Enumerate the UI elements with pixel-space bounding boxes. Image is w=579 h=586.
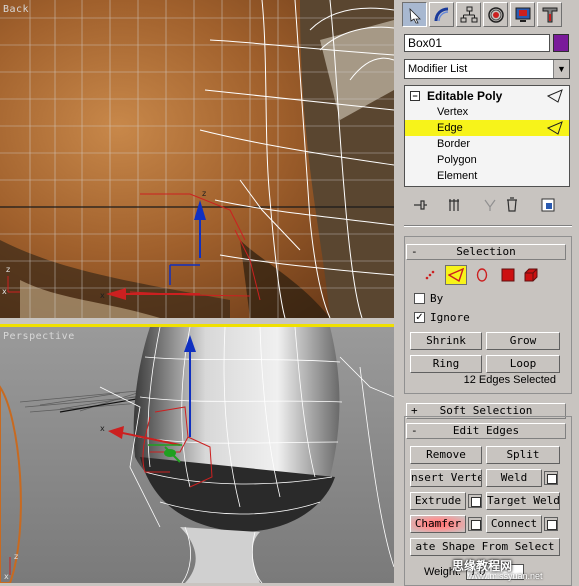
utilities-icon	[542, 7, 557, 22]
watermark-url: www.missyuan.net	[468, 571, 543, 581]
viewport-label-perspective[interactable]: Perspective	[3, 331, 75, 342]
stack-item-editable-poly[interactable]: − Editable Poly	[405, 88, 569, 104]
border-icon	[476, 268, 488, 282]
chamfer-settings-button[interactable]	[468, 517, 482, 531]
modifier-list-dropdown[interactable]: Modifier List ▼	[404, 59, 570, 79]
edit-edges-rollout-header[interactable]: - Edit Edges	[406, 423, 566, 439]
border-subobject-button[interactable]	[471, 265, 493, 285]
element-icon	[524, 268, 538, 282]
stack-item-edge[interactable]: Edge	[405, 120, 569, 136]
shrink-button[interactable]: Shrink	[410, 332, 482, 350]
modifier-list-label: Modifier List	[408, 63, 468, 75]
vertex-icon	[425, 270, 435, 280]
loop-button[interactable]: Loop	[486, 355, 560, 373]
insert-vertex-button[interactable]: nsert Verte	[410, 469, 482, 487]
stack-item-label: Border	[437, 138, 471, 150]
remove-button[interactable]: Remove	[410, 446, 482, 464]
extrude-button[interactable]: Extrude	[410, 492, 466, 510]
stack-item-label: Element	[437, 170, 478, 182]
back-viewport[interactable]: z x z x Back	[0, 0, 394, 318]
show-end-result-icon[interactable]	[444, 195, 464, 215]
object-name-field[interactable]: Box01	[404, 34, 550, 52]
stack-item-element[interactable]: Element	[405, 168, 569, 184]
stack-item-label: Edge	[437, 122, 463, 134]
edge-icon	[448, 268, 464, 282]
target-weld-button[interactable]: Target Weld	[486, 492, 560, 510]
grow-button[interactable]: Grow	[486, 332, 560, 350]
stack-item-vertex[interactable]: Vertex	[405, 104, 569, 120]
vertex-subobject-button[interactable]	[419, 265, 441, 285]
viewport-label-back[interactable]: Back	[3, 4, 29, 15]
svg-text:x: x	[4, 572, 9, 581]
element-subobject-button[interactable]	[520, 265, 542, 285]
weld-button[interactable]: Weld	[486, 469, 542, 487]
svg-text:x: x	[2, 287, 7, 296]
ignore-backfacing-checkbox[interactable]: ✓	[414, 312, 425, 323]
selection-status: 12 Edges Selected	[463, 374, 556, 386]
tab-display[interactable]	[510, 2, 535, 27]
by-vertex-checkbox[interactable]	[414, 293, 425, 304]
object-color-swatch[interactable]	[553, 34, 569, 52]
back-viewport-render: z x z x	[0, 0, 394, 318]
tab-create[interactable]	[402, 2, 427, 27]
create-shape-from-selection-button[interactable]: ate Shape From Select	[410, 538, 560, 556]
modifier-stack: − Editable Poly Vertex Edge Border Polyg…	[404, 85, 570, 187]
chamfer-button[interactable]: Chamfer	[410, 515, 466, 533]
tab-motion[interactable]	[483, 2, 508, 27]
polygon-subobject-button[interactable]	[497, 265, 519, 285]
selection-rollout-header[interactable]: - Selection	[406, 244, 566, 260]
stack-toolbar	[404, 195, 570, 217]
svg-text:z: z	[14, 552, 18, 561]
display-icon	[515, 7, 530, 22]
pin-stack-icon[interactable]	[410, 195, 430, 215]
tab-modify[interactable]	[429, 2, 454, 27]
perspective-viewport[interactable]: x z x Perspective	[0, 324, 394, 583]
make-unique-icon[interactable]	[480, 195, 500, 215]
collapse-icon: -	[411, 424, 418, 437]
stack-item-label: Polygon	[437, 154, 477, 166]
modify-icon	[434, 7, 448, 21]
edge-subobject-icon	[547, 121, 563, 135]
perspective-viewport-render: x z x	[0, 327, 394, 583]
stack-item-label: Vertex	[437, 106, 469, 118]
hierarchy-icon	[460, 6, 477, 22]
extrude-settings-button[interactable]	[468, 494, 482, 508]
connect-settings-button[interactable]	[544, 517, 558, 531]
remove-modifier-icon[interactable]	[502, 195, 522, 215]
split-button[interactable]: Split	[486, 446, 560, 464]
connect-button[interactable]: Connect	[486, 515, 542, 533]
chevron-down-icon[interactable]: ▼	[553, 60, 569, 78]
stack-item-border[interactable]: Border	[405, 136, 569, 152]
command-panel: Box01 Modifier List ▼ − Editable Poly Ve…	[400, 0, 579, 586]
polygon-icon	[501, 268, 515, 282]
ring-button[interactable]: Ring	[410, 355, 482, 373]
edge-subobject-icon	[547, 89, 563, 103]
weld-settings-button[interactable]	[544, 471, 558, 485]
motion-icon	[487, 6, 504, 23]
ignore-backfacing-label: Ignore	[430, 311, 470, 324]
stack-item-label: Editable Poly	[427, 89, 503, 103]
svg-text:x: x	[100, 291, 105, 300]
stack-item-polygon[interactable]: Polygon	[405, 152, 569, 168]
edge-subobject-button[interactable]	[445, 265, 467, 285]
svg-text:z: z	[6, 265, 10, 274]
svg-text:x: x	[100, 424, 105, 433]
configure-sets-icon[interactable]	[538, 195, 558, 215]
rollout-title: Edit Edges	[452, 424, 520, 437]
create-icon	[409, 7, 421, 23]
rollout-title: Selection	[456, 245, 516, 258]
collapse-icon[interactable]: −	[410, 91, 420, 101]
panel-divider	[404, 225, 572, 227]
tab-hierarchy[interactable]	[456, 2, 481, 27]
tab-utilities[interactable]	[537, 2, 562, 27]
command-panel-tabs	[400, 2, 579, 30]
by-vertex-label: By	[430, 292, 444, 305]
svg-text:z: z	[202, 189, 206, 198]
collapse-icon: -	[411, 245, 418, 258]
